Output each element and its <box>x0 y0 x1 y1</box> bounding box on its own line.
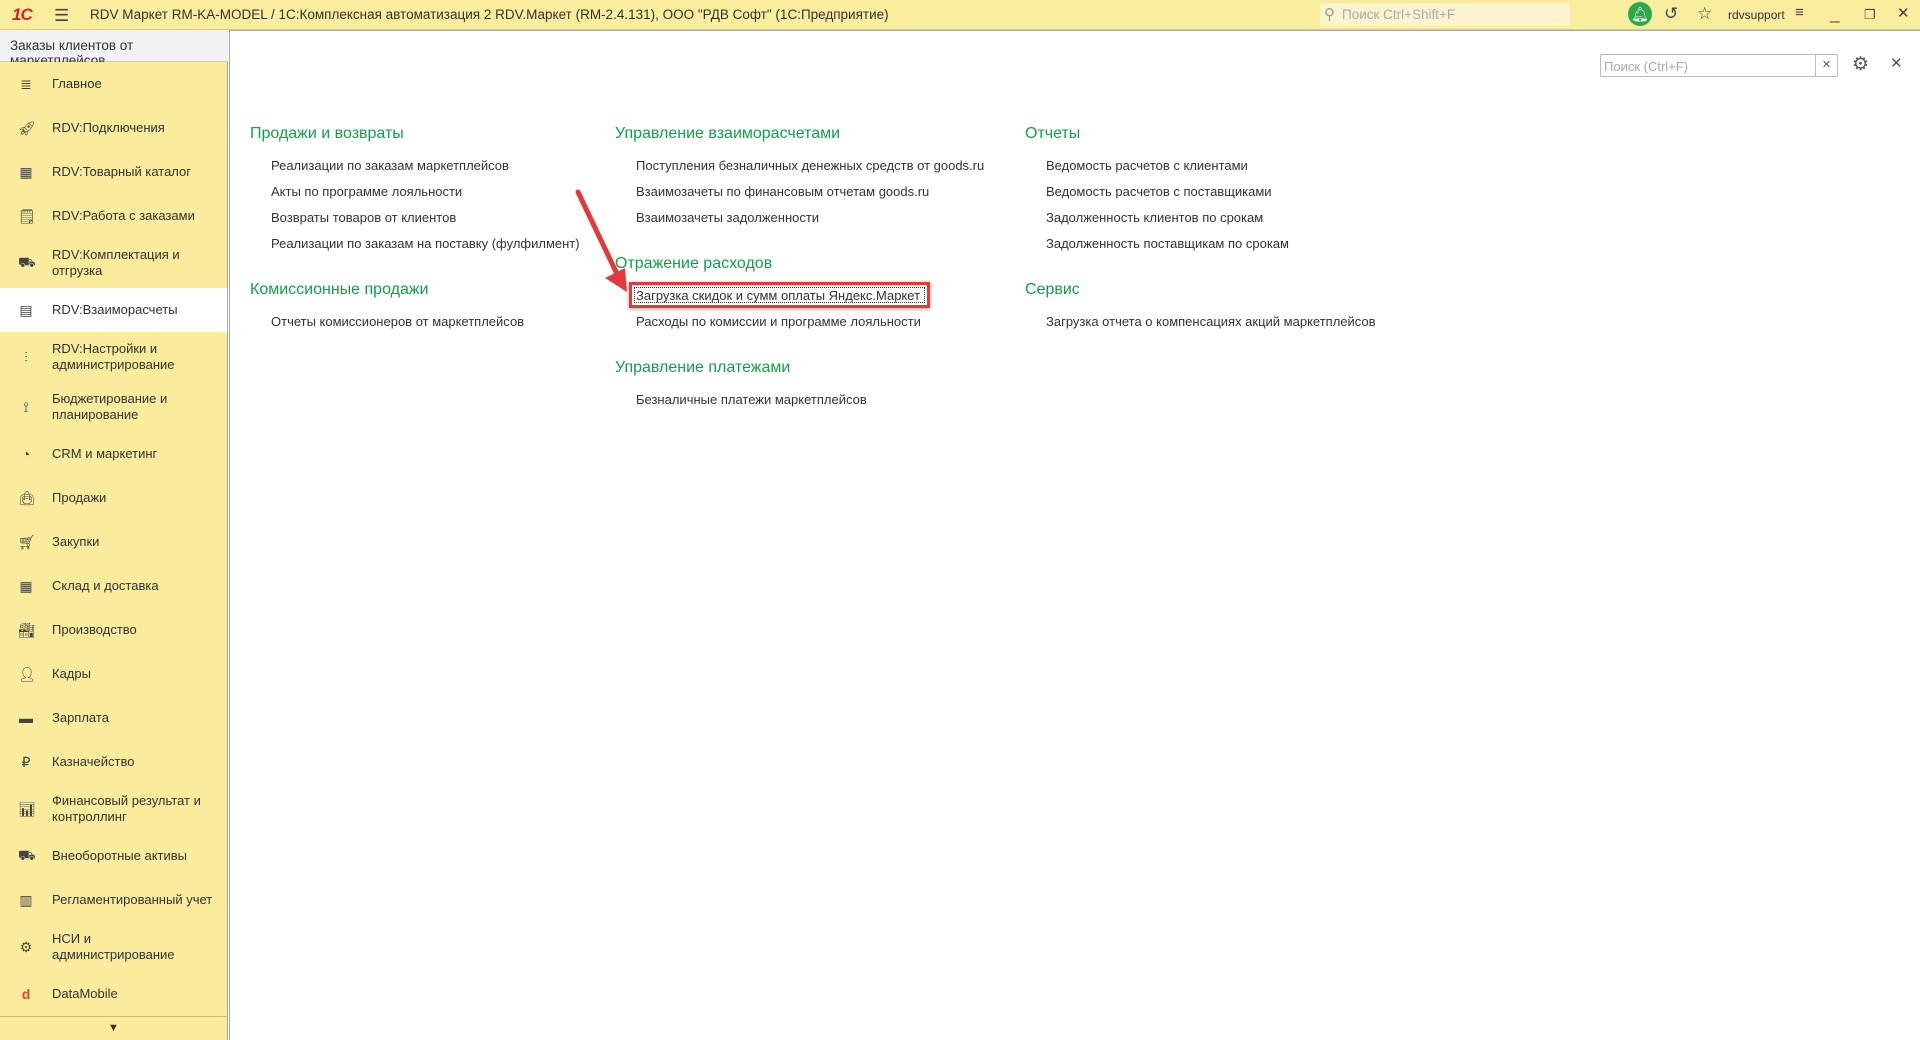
annotation-arrow <box>575 189 627 292</box>
arrow-shaft <box>575 189 621 279</box>
